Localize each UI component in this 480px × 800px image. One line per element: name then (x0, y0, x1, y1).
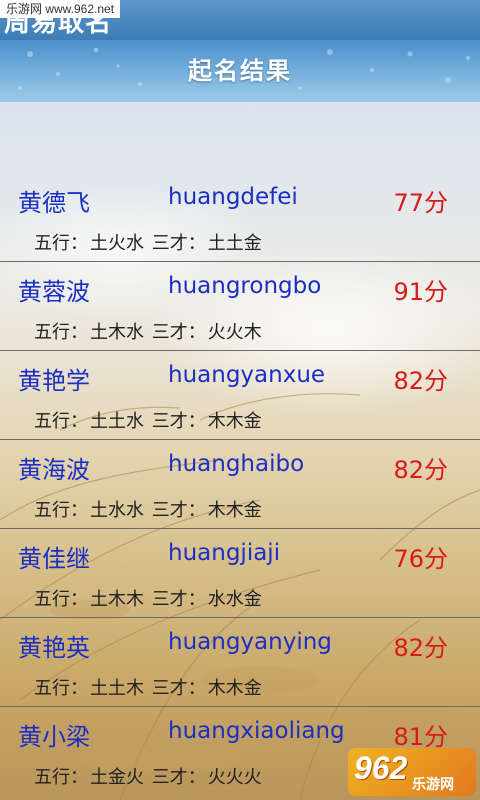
wuxing-label: 五行： (34, 767, 88, 788)
wuxing-value: 土木木 (90, 589, 144, 610)
sancai-label: 三才： (151, 589, 206, 610)
result-details: 五行： 土土木 三才： 木木金 (34, 674, 264, 700)
wuxing-value: 土火水 (90, 233, 144, 254)
result-details: 五行： 土土水 三才： 木木金 (34, 407, 264, 433)
wuxing-label: 五行： (34, 589, 88, 610)
result-details: 五行： 土金火 三才： 火火火 (34, 763, 264, 789)
result-details: 五行： 土火水 三才： 土土金 (34, 229, 264, 255)
sancai-value: 木木金 (207, 411, 262, 432)
wuxing-value: 土水水 (90, 500, 144, 521)
result-pinyin: huangyanying (168, 629, 332, 655)
sancai-label: 三才： (151, 500, 206, 521)
title-bar: 起名结果 (0, 40, 480, 102)
brand-watermark: 962 乐游网 (348, 748, 476, 796)
result-score: 82分 (393, 634, 448, 662)
wuxing-label: 五行： (34, 322, 88, 343)
sancai-value: 木木金 (207, 678, 262, 699)
result-name: 黄海波 (18, 456, 90, 484)
sancai-value: 火火火 (207, 767, 262, 788)
sancai-label: 三才： (151, 322, 206, 343)
wuxing-value: 土土水 (90, 411, 144, 432)
list-item[interactable]: 黄艳学 huangyanxue 82分 五行： 土土水 三才： 木木金 (0, 350, 480, 439)
result-pinyin: huangjiaji (168, 540, 281, 566)
list-item[interactable]: 黄艳英 huangyanying 82分 五行： 土土木 三才： 木木金 (0, 617, 480, 706)
site-watermark: 乐游网 www.962.net (0, 0, 121, 18)
sancai-value: 土土金 (207, 233, 262, 254)
result-pinyin: huangdefei (168, 184, 298, 210)
result-score: 82分 (393, 456, 448, 484)
sancai-label: 三才： (151, 678, 206, 699)
result-score: 81分 (393, 723, 448, 751)
wuxing-label: 五行： (34, 411, 88, 432)
result-pinyin: huangrongbo (168, 273, 322, 299)
result-name: 黄艳学 (18, 367, 90, 395)
result-name: 黄艳英 (18, 634, 90, 662)
list-item[interactable]: 黄蓉波 huangrongbo 91分 五行： 土木水 三才： 火火木 (0, 261, 480, 350)
brand-site: 乐游网 (412, 777, 454, 793)
wuxing-value: 土金火 (90, 767, 144, 788)
result-details: 五行： 土木水 三才： 火火木 (34, 318, 264, 344)
result-name: 黄小梁 (18, 723, 90, 751)
result-name: 黄佳继 (18, 545, 90, 573)
result-pinyin: huangyanxue (168, 362, 326, 388)
result-score: 91分 (393, 278, 448, 306)
wuxing-label: 五行： (34, 678, 88, 699)
result-name: 黄德飞 (18, 189, 90, 217)
wuxing-value: 土土木 (90, 678, 144, 699)
sancai-label: 三才： (151, 411, 206, 432)
list-item[interactable]: 黄德飞 huangdefei 77分 五行： 土火水 三才： 土土金 (0, 173, 480, 261)
result-pinyin: huanghaibo (168, 451, 305, 477)
list-item[interactable]: 黄海波 huanghaibo 82分 五行： 土水水 三才： 木木金 (0, 439, 480, 528)
page-title: 起名结果 (188, 57, 292, 85)
result-score: 76分 (393, 545, 448, 573)
sancai-label: 三才： (151, 233, 206, 254)
result-score: 77分 (393, 189, 448, 217)
result-details: 五行： 土木木 三才： 水水金 (34, 585, 264, 611)
result-score: 82分 (393, 367, 448, 395)
brand-number: 962 (354, 750, 408, 786)
sancai-value: 火火木 (207, 322, 262, 343)
list-item[interactable]: 黄佳继 huangjiaji 76分 五行： 土木木 三才： 水水金 (0, 528, 480, 617)
sancai-value: 木木金 (207, 500, 262, 521)
sancai-label: 三才： (151, 767, 206, 788)
result-details: 五行： 土水水 三才： 木木金 (34, 496, 264, 522)
result-name: 黄蓉波 (18, 278, 90, 306)
result-pinyin: huangxiaoliang (168, 718, 345, 744)
sancai-value: 水水金 (207, 589, 262, 610)
wuxing-label: 五行： (34, 500, 88, 521)
result-list: 黄德飞 huangdefei 77分 五行： 土火水 三才： 土土金 黄蓉波 hua… (0, 173, 480, 795)
wuxing-value: 土木水 (90, 322, 144, 343)
wuxing-label: 五行： (34, 233, 88, 254)
